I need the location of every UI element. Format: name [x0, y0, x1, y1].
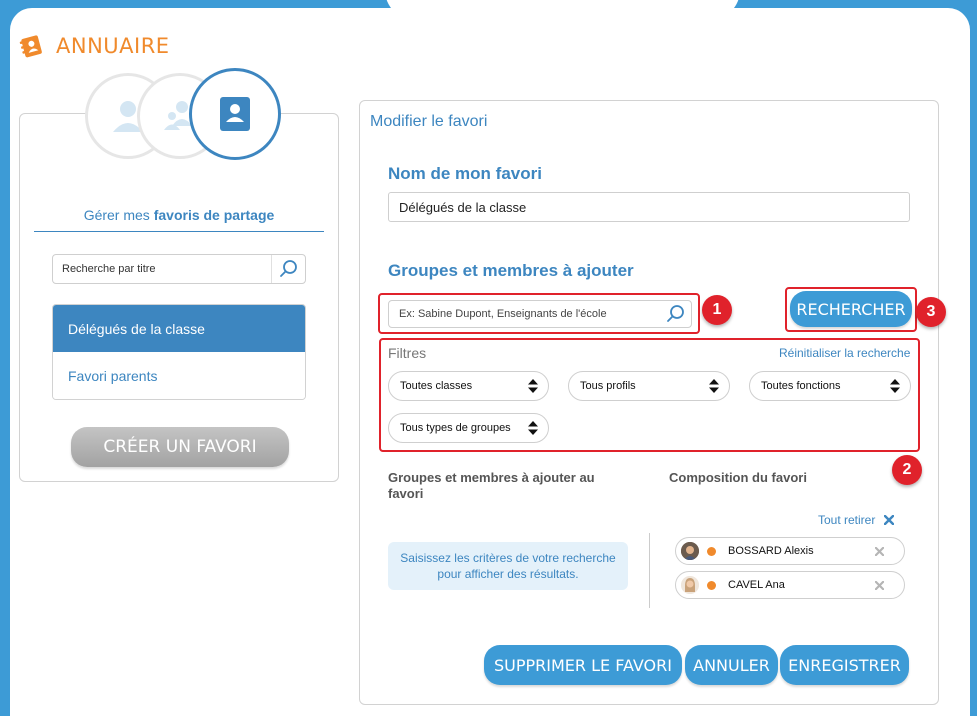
- group-type-filter-select[interactable]: Tous types de groupes: [388, 413, 549, 443]
- favorite-name-field[interactable]: [388, 192, 910, 222]
- panel-title: Modifier le favori: [370, 113, 488, 130]
- member-search-button[interactable]: [661, 301, 691, 327]
- function-filter-select[interactable]: Toutes fonctions: [749, 371, 911, 401]
- search-button[interactable]: RECHERCHER: [790, 291, 912, 327]
- member-item: CAVEL Ana: [675, 571, 905, 599]
- search-icon: [667, 305, 684, 322]
- member-avatar: [681, 576, 699, 594]
- sort-arrows-icon: [709, 379, 719, 393]
- class-filter-select[interactable]: Toutes classes: [388, 371, 549, 401]
- member-item: BOSSARD Alexis: [675, 537, 905, 565]
- favorite-item-parents[interactable]: Favori parents: [53, 352, 305, 399]
- save-button[interactable]: ENREGISTRER: [780, 645, 909, 685]
- create-favorite-button[interactable]: CRÉER UN FAVORI: [71, 427, 289, 467]
- member-name: CAVEL Ana: [728, 579, 785, 591]
- composition-column-title: Composition du favori: [669, 470, 807, 485]
- share-favorites-title: Gérer mes favoris de partage: [34, 207, 324, 232]
- member-name: BOSSARD Alexis: [728, 545, 814, 557]
- favorites-list: Délégués de la classe Favori parents: [52, 304, 306, 400]
- remove-all-label: Tout retirer: [818, 513, 876, 527]
- contact-card-tab[interactable]: [189, 68, 281, 160]
- close-icon: [874, 546, 884, 556]
- favorite-name-label: Nom de mon favori: [388, 164, 542, 183]
- sort-arrows-icon: [528, 421, 538, 435]
- annotation-badge-1: 1: [702, 295, 732, 325]
- annotation-badge-3: 3: [916, 297, 946, 327]
- member-avatar: [681, 542, 699, 560]
- sort-arrows-icon: [890, 379, 900, 393]
- filters-label: Filtres: [388, 345, 427, 361]
- function-filter-value: Toutes fonctions: [761, 380, 841, 392]
- member-search-box: [388, 300, 692, 328]
- cancel-button[interactable]: ANNULER: [685, 645, 778, 685]
- favorite-search-button[interactable]: [271, 255, 305, 283]
- contact-card-icon: [220, 97, 250, 131]
- annotation-badge-2: 2: [892, 455, 922, 485]
- reset-search-link[interactable]: Réinitialiser la recherche: [779, 346, 910, 360]
- profile-filter-select[interactable]: Tous profils: [568, 371, 730, 401]
- directory-book-icon: [19, 35, 42, 58]
- search-icon: [279, 260, 297, 277]
- child-photo-icon: [681, 576, 699, 594]
- results-column-title: Groupes et membres à ajouter au favori: [388, 470, 595, 501]
- favorite-item-delegues[interactable]: Délégués de la classe: [53, 305, 305, 352]
- remove-member-button[interactable]: [868, 538, 890, 564]
- app-title: ANNUAIRE: [56, 34, 170, 58]
- app-header: ANNUAIRE: [18, 30, 170, 62]
- member-search-input[interactable]: [389, 301, 661, 327]
- child-photo-icon: [681, 542, 699, 560]
- sort-arrows-icon: [528, 379, 538, 393]
- search-hint: Saisissez les critères de votre recherch…: [388, 542, 628, 590]
- column-divider: [649, 533, 650, 608]
- favorite-search-box: [52, 254, 306, 284]
- remove-all-link[interactable]: Tout retirer: [818, 513, 895, 527]
- group-type-filter-value: Tous types de groupes: [400, 422, 511, 434]
- favorite-search-input[interactable]: [53, 255, 271, 283]
- class-filter-value: Toutes classes: [400, 380, 473, 392]
- orange-status-dot: [707, 580, 716, 590]
- close-icon: [874, 580, 884, 590]
- top-tab: [385, 0, 740, 20]
- delete-favorite-button[interactable]: SUPPRIMER LE FAVORI: [484, 645, 682, 685]
- close-icon: [884, 515, 895, 525]
- profile-filter-value: Tous profils: [580, 380, 636, 392]
- add-members-label: Groupes et membres à ajouter: [388, 261, 634, 280]
- orange-status-dot: [707, 546, 716, 556]
- remove-member-button[interactable]: [868, 572, 890, 598]
